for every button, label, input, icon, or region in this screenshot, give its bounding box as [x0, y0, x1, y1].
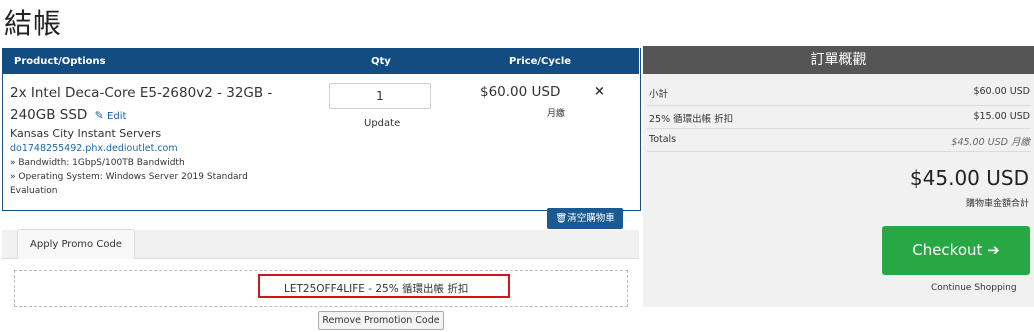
pencil-icon: ✎	[94, 109, 104, 122]
header-qty: Qty	[371, 56, 391, 67]
total-due-caption: 購物車金額合計	[965, 199, 1029, 209]
checkout-button[interactable]: Checkout ➔	[882, 226, 1030, 275]
subtotal-value: $60.00 USD	[973, 86, 1030, 97]
product-group: Kansas City Instant Servers	[10, 127, 162, 140]
total-due: $45.00 USD	[909, 166, 1029, 190]
product-domain: do1748255492.phx.dedioutlet.com	[10, 143, 178, 154]
arrow-right-icon: ➔	[987, 241, 1000, 259]
product-name: 2x Intel Deca-Core E5-2680v2 - 32GB - 24…	[10, 82, 300, 128]
quantity-input[interactable]	[329, 83, 431, 109]
remove-promo-button[interactable]: Remove Promotion Code	[318, 311, 444, 330]
totals-value: $45.00 USD 月繳	[951, 137, 1030, 148]
trash-icon: 🗑	[555, 213, 568, 224]
divider	[647, 128, 1031, 129]
page-title: 結帳	[4, 7, 63, 40]
divider	[647, 151, 1031, 152]
header-price: Price/Cycle	[509, 56, 572, 67]
edit-label: Edit	[107, 111, 127, 122]
header-product: Product/Options	[14, 56, 106, 67]
item-price: $60.00 USD	[480, 84, 561, 100]
discount-label: 25% 循環出帳 折扣	[649, 114, 734, 125]
product-name-text: 2x Intel Deca-Core E5-2680v2 - 32GB - 24…	[10, 85, 273, 123]
remove-item-icon[interactable]: ×	[594, 84, 605, 99]
continue-shopping-link[interactable]: Continue Shopping	[931, 283, 1017, 293]
cart-table-header: Product/Options Qty Price/Cycle	[2, 48, 639, 74]
empty-cart-button[interactable]: 🗑清空購物車	[547, 208, 623, 229]
update-button[interactable]: Update	[364, 118, 400, 129]
discount-value: $15.00 USD	[973, 111, 1030, 122]
subtotal-label: 小計	[649, 89, 669, 100]
divider	[647, 105, 1031, 106]
applied-promo-text: LET25OFF4LIFE - 25% 循環出帳 折扣	[284, 283, 469, 295]
config-option-bandwidth: » Bandwidth: 1GbpS/100TB Bandwidth	[10, 158, 185, 168]
checkout-label: Checkout	[912, 241, 983, 259]
empty-cart-label: 清空購物車	[567, 213, 615, 224]
totals-label: Totals	[649, 134, 677, 145]
edit-link[interactable]: ✎ Edit	[94, 109, 127, 122]
tab-apply-promo-code[interactable]: Apply Promo Code	[17, 229, 135, 259]
order-summary-title: 訂單概觀	[643, 46, 1034, 74]
billing-cycle: 月繳	[547, 109, 566, 119]
config-option-os: » Operating System: Windows Server 2019 …	[10, 172, 248, 196]
